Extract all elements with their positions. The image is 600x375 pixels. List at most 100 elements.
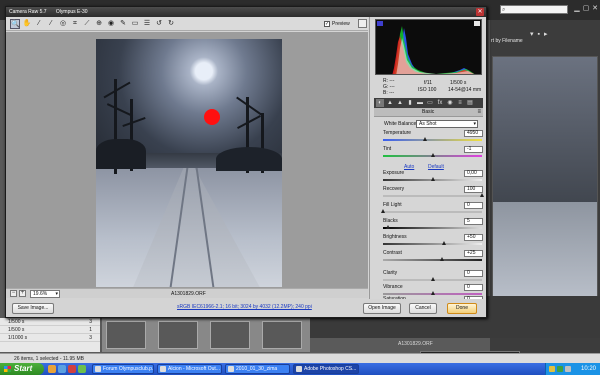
- task-button[interactable]: Forum Olympusclub.p...: [92, 364, 154, 374]
- adjustment-panel: R: --- G: --- B: --- f/11 1/500 s ISO 10…: [369, 17, 486, 307]
- targeted-adjust-icon[interactable]: ◎: [58, 19, 68, 29]
- fill-light-slider[interactable]: [381, 209, 482, 213]
- tray-icon[interactable]: [565, 366, 571, 372]
- film-thumbnail[interactable]: [106, 321, 146, 349]
- sort-menu[interactable]: rt by Filename: [491, 38, 523, 44]
- bridge-search-field[interactable]: [500, 5, 568, 14]
- tab-effects-icon[interactable]: fx: [436, 99, 444, 107]
- open-image-button[interactable]: Open Image: [363, 303, 401, 314]
- recovery-slider-thumb[interactable]: [480, 193, 484, 197]
- done-button[interactable]: Done: [447, 303, 477, 314]
- panel-menu-icon[interactable]: ≡: [477, 108, 481, 116]
- white-balance-select[interactable]: As Shot: [416, 120, 478, 128]
- highlight-clipping-toggle[interactable]: [474, 21, 480, 26]
- bridge-view-tools[interactable]: ▾▪▸: [530, 30, 598, 42]
- task-button[interactable]: Adobe Photoshop CS...: [293, 364, 359, 374]
- exposure-slider[interactable]: [383, 177, 482, 181]
- hand-tool-icon[interactable]: ✋: [22, 19, 32, 29]
- film-thumbnail[interactable]: [158, 321, 198, 349]
- rotate-left-icon[interactable]: ↺: [154, 19, 164, 29]
- temperature-slider[interactable]: [383, 137, 482, 141]
- blacks-slider[interactable]: [383, 225, 482, 229]
- recovery-slider[interactable]: [383, 193, 484, 197]
- vibrance-slider-thumb[interactable]: [430, 291, 435, 295]
- close-icon[interactable]: ✕: [476, 8, 484, 16]
- clarity-value-field[interactable]: 0: [464, 270, 483, 277]
- shadow-clipping-toggle[interactable]: [377, 21, 383, 26]
- start-button[interactable]: Start: [0, 363, 44, 375]
- brightness-value-field[interactable]: +50: [464, 234, 483, 241]
- tint-slider-thumb[interactable]: [430, 153, 435, 157]
- spot-removal-icon[interactable]: ⊕: [94, 19, 104, 29]
- auto-link[interactable]: Auto: [404, 164, 414, 170]
- quicklaunch-icon[interactable]: [68, 365, 76, 373]
- tab-basic-icon[interactable]: ◐: [376, 99, 384, 107]
- adjustment-brush-icon[interactable]: ✎: [118, 19, 128, 29]
- tray-icon[interactable]: [557, 366, 563, 372]
- recovery-value-field[interactable]: 100: [464, 186, 483, 193]
- close-icon[interactable]: ✕: [590, 4, 600, 14]
- zoom-tool-icon[interactable]: 🔍: [10, 19, 20, 29]
- contrast-slider-thumb[interactable]: [440, 257, 445, 261]
- contrast-slider[interactable]: [383, 257, 482, 261]
- contrast-value-field[interactable]: +25: [464, 250, 483, 257]
- tab-snapshots-icon[interactable]: ▤: [466, 99, 474, 107]
- blacks-value-field[interactable]: 5: [464, 218, 483, 225]
- red-eye-icon[interactable]: ◉: [106, 19, 116, 29]
- zoom-in-icon[interactable]: +: [19, 290, 26, 297]
- list-item[interactable]: 1/500 s3: [0, 318, 100, 326]
- photo-preview[interactable]: [96, 39, 282, 287]
- graduated-filter-icon[interactable]: ▭: [130, 19, 140, 29]
- temperature-value-field[interactable]: 4950: [464, 130, 483, 137]
- cancel-button[interactable]: Cancel: [409, 303, 437, 314]
- straighten-tool-icon[interactable]: ⟋: [82, 19, 92, 29]
- tab-detail-icon[interactable]: ▲: [396, 99, 404, 107]
- film-thumbnail[interactable]: [262, 321, 302, 349]
- save-image-button[interactable]: Save Image...: [12, 303, 54, 314]
- tab-hsl-icon[interactable]: ▮: [406, 99, 414, 107]
- list-item[interactable]: 1/1000 s3: [0, 334, 100, 342]
- quicklaunch-icon[interactable]: [58, 365, 66, 373]
- tab-tone-curve-icon[interactable]: ▲: [386, 99, 394, 107]
- task-button[interactable]: 2010_01_30_zima: [225, 364, 290, 374]
- fill-light-slider-thumb[interactable]: [381, 209, 385, 213]
- tab-split-toning-icon[interactable]: ▬: [416, 99, 424, 107]
- tab-camera-calibration-icon[interactable]: ◉: [446, 99, 454, 107]
- vibrance-slider[interactable]: [383, 291, 482, 295]
- task-button[interactable]: Alcion - Microsoft Out...: [157, 364, 222, 374]
- temperature-slider-thumb[interactable]: [422, 137, 427, 141]
- list-item[interactable]: 1/500 s1: [0, 326, 100, 334]
- vibrance-value-field[interactable]: 0: [464, 284, 483, 291]
- fill-light-value-field[interactable]: 0: [464, 202, 483, 209]
- clarity-slider-thumb[interactable]: [430, 277, 435, 281]
- exposure-slider-thumb[interactable]: [430, 177, 435, 181]
- zoom-level-select[interactable]: 19.6%: [30, 290, 60, 298]
- quicklaunch-icon[interactable]: [48, 365, 56, 373]
- fullscreen-icon[interactable]: [358, 19, 367, 28]
- tint-slider[interactable]: [383, 153, 482, 157]
- blacks-slider-thumb[interactable]: [385, 225, 390, 229]
- preferences-icon[interactable]: ☰: [142, 19, 152, 29]
- bridge-thumbnail[interactable]: [492, 56, 598, 336]
- tint-value-field[interactable]: -1: [464, 146, 483, 153]
- film-thumbnail[interactable]: [210, 321, 250, 349]
- tab-lens-icon[interactable]: ▭: [426, 99, 434, 107]
- tray-icon[interactable]: [549, 366, 555, 372]
- crop-tool-icon[interactable]: ⌗: [70, 19, 80, 29]
- exposure-value-field[interactable]: 0,00: [464, 170, 483, 177]
- color-sampler-icon[interactable]: ⁄: [46, 19, 56, 29]
- image-preview-area[interactable]: [6, 32, 368, 288]
- zoom-out-icon[interactable]: −: [10, 290, 17, 297]
- rotate-right-icon[interactable]: ↻: [166, 19, 176, 29]
- vibrance-label: Vibrance: [383, 284, 403, 290]
- default-link[interactable]: Default: [428, 164, 444, 170]
- quicklaunch-icon[interactable]: [78, 365, 86, 373]
- brightness-slider[interactable]: [383, 241, 482, 245]
- tab-presets-icon[interactable]: ≡: [456, 99, 464, 107]
- preview-checkbox[interactable]: ✓ Preview: [324, 20, 350, 28]
- fill-light-label: Fill Light: [383, 202, 402, 208]
- white-balance-tool-icon[interactable]: ⁄: [34, 19, 44, 29]
- workflow-options-link[interactable]: sRGB IEC61966-2.1; 16 bit; 3024 by 4032 …: [177, 303, 312, 311]
- clarity-slider[interactable]: [383, 277, 482, 281]
- brightness-slider-thumb[interactable]: [442, 241, 447, 245]
